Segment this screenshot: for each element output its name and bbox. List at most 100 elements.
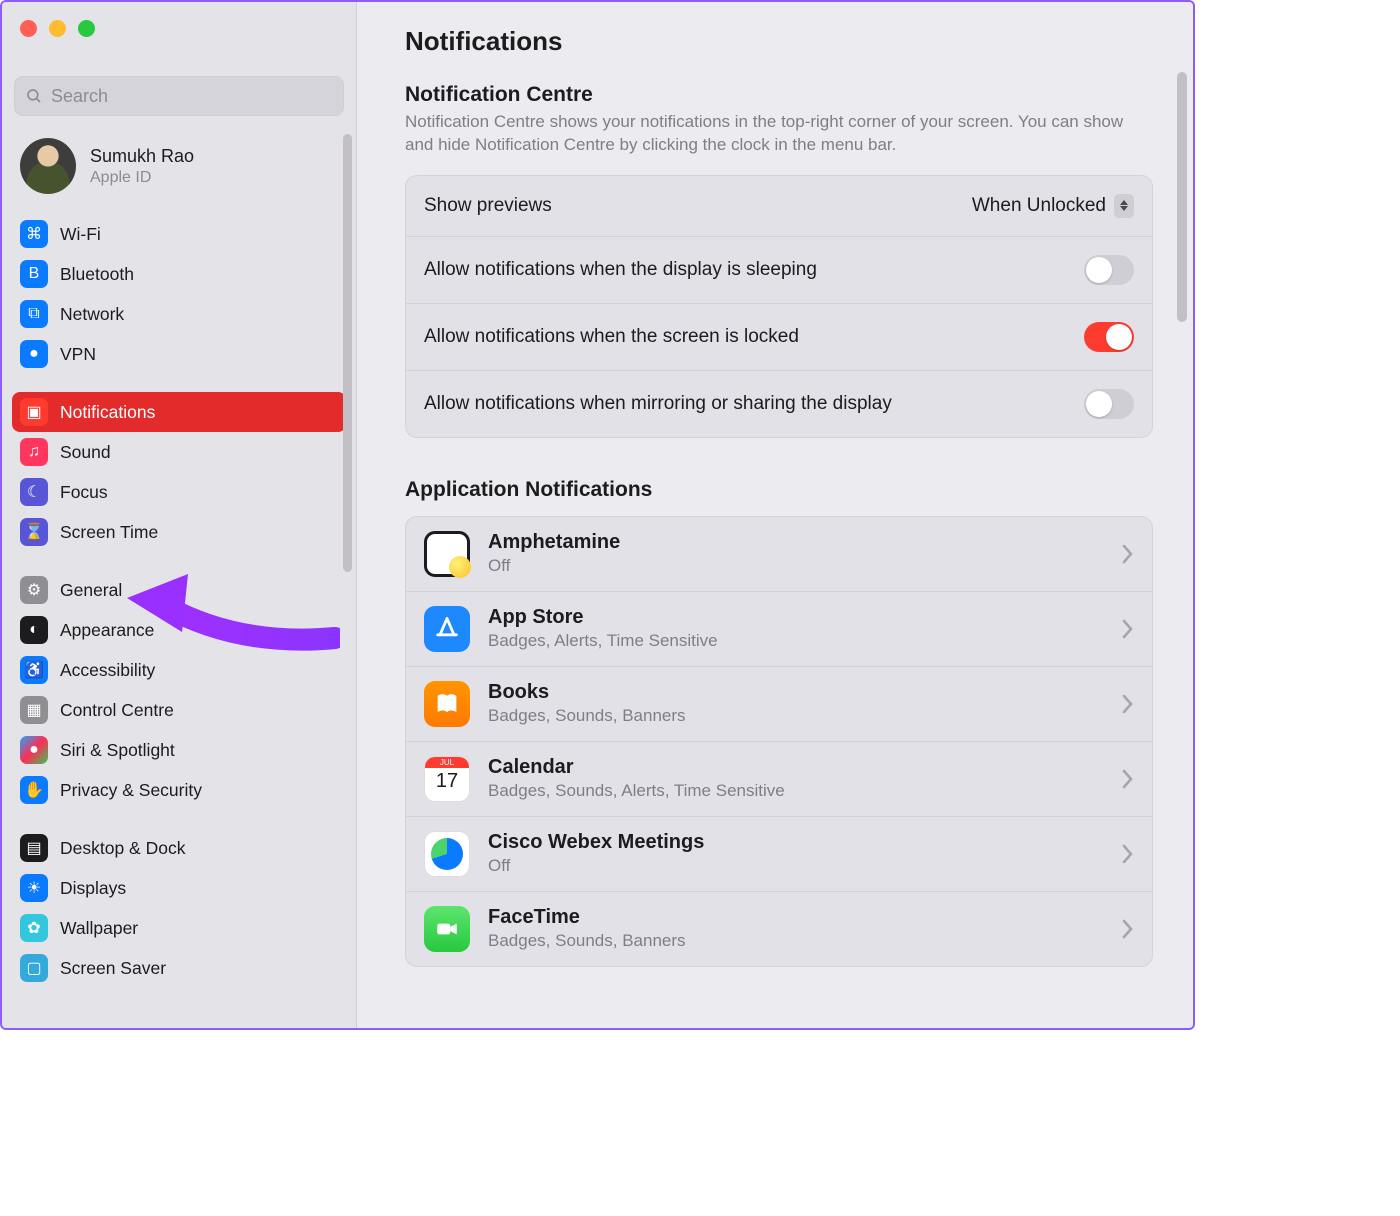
- sidebar-item-label: VPN: [60, 344, 96, 365]
- sidebar-item-label: Network: [60, 304, 124, 325]
- app-row-books[interactable]: BooksBadges, Sounds, Banners: [406, 666, 1152, 741]
- sidebar-list: ⌘Wi-FiBBluetooth⧉Network ● VPN ▣ Notificatio…: [2, 210, 356, 1010]
- sidebar-item-label: Screen Time: [60, 522, 158, 543]
- app-row-webex[interactable]: Cisco Webex MeetingsOff: [406, 816, 1152, 891]
- sidebar: Sumukh Rao Apple ID ⌘Wi-FiBBluetooth⧉Net…: [2, 2, 357, 1028]
- search-input[interactable]: [51, 86, 333, 107]
- switch-toggle-mirroring[interactable]: [1084, 389, 1134, 419]
- notif-icon: ▣: [20, 398, 48, 426]
- amphetamine-icon: [424, 531, 470, 577]
- app-detail: Off: [488, 556, 1102, 576]
- screentime-icon: ⌛: [20, 518, 48, 546]
- appearance-icon: ◐: [20, 616, 48, 644]
- app-list: AmphetamineOffApp StoreBadges, Alerts, T…: [405, 516, 1153, 967]
- sidebar-item-label: Control Centre: [60, 700, 174, 721]
- sidebar-item-label: Siri & Spotlight: [60, 740, 175, 761]
- switch-label: Allow notifications when the display is …: [424, 259, 817, 281]
- sidebar-item-dock[interactable]: ▤Desktop & Dock: [12, 828, 346, 868]
- sidebar-item-vpn[interactable]: ● VPN: [12, 334, 346, 374]
- account-sub: Apple ID: [90, 169, 194, 187]
- focus-icon: ☾: [20, 478, 48, 506]
- app-detail: Badges, Alerts, Time Sensitive: [488, 631, 1102, 651]
- sidebar-item-appearance[interactable]: ◐ Appearance: [12, 610, 346, 650]
- app-row-cal[interactable]: JUL17 CalendarBadges, Sounds, Alerts, Tim…: [406, 741, 1152, 816]
- sidebar-item-net[interactable]: ⧉Network: [12, 294, 346, 334]
- sidebar-item-label: General: [60, 580, 122, 601]
- sidebar-item-label: Wi-Fi: [60, 224, 101, 245]
- access-icon: ♿: [20, 656, 48, 684]
- fullscreen-window-button[interactable]: [78, 20, 95, 37]
- account-name: Sumukh Rao: [90, 146, 194, 167]
- app-detail: Badges, Sounds, Banners: [488, 706, 1102, 726]
- app-name: FaceTime: [488, 906, 1102, 929]
- page-title: Notifications: [405, 26, 1153, 57]
- bt-icon: B: [20, 260, 48, 288]
- sidebar-item-saver[interactable]: ▢Screen Saver: [12, 948, 346, 988]
- app-name: Cisco Webex Meetings: [488, 831, 1102, 854]
- chevron-right-icon: [1120, 918, 1134, 940]
- sidebar-item-privacy[interactable]: ✋ Privacy & Security: [12, 770, 346, 810]
- sidebar-item-control[interactable]: ▦ Control Centre: [12, 690, 346, 730]
- previews-value: When Unlocked: [972, 195, 1106, 217]
- account-row[interactable]: Sumukh Rao Apple ID: [2, 130, 356, 210]
- switch-toggle-locked[interactable]: [1084, 322, 1134, 352]
- app-name: Amphetamine: [488, 531, 1102, 554]
- sidebar-item-siri[interactable]: ●Siri & Spotlight: [12, 730, 346, 770]
- sidebar-item-focus[interactable]: ☾ Focus: [12, 472, 346, 512]
- sidebar-item-label: Focus: [60, 482, 108, 503]
- sidebar-item-label: Sound: [60, 442, 111, 463]
- sidebar-item-screentime[interactable]: ⌛ Screen Time: [12, 512, 346, 552]
- app-detail: Badges, Sounds, Alerts, Time Sensitive: [488, 781, 1102, 801]
- sidebar-item-notif[interactable]: ▣ Notifications: [12, 392, 346, 432]
- main-pane: Notifications Notification Centre Notifi…: [357, 2, 1193, 1028]
- sidebar-item-sound[interactable]: ♫ Sound: [12, 432, 346, 472]
- previews-row[interactable]: Show previews When Unlocked: [406, 176, 1152, 236]
- sidebar-scrollbar[interactable]: [343, 134, 352, 572]
- vpn-icon: ●: [20, 340, 48, 368]
- stepper-icon[interactable]: [1114, 194, 1134, 218]
- sidebar-item-label: Appearance: [60, 620, 154, 641]
- avatar: [20, 138, 76, 194]
- close-window-button[interactable]: [20, 20, 37, 37]
- sidebar-item-general[interactable]: ⚙ General: [12, 570, 346, 610]
- chevron-right-icon: [1120, 543, 1134, 565]
- app-detail: Badges, Sounds, Banners: [488, 931, 1102, 951]
- calendar-icon: JUL17: [424, 756, 470, 802]
- chevron-right-icon: [1120, 768, 1134, 790]
- sidebar-item-wallpaper[interactable]: ✿ Wallpaper: [12, 908, 346, 948]
- sidebar-item-access[interactable]: ♿Accessibility: [12, 650, 346, 690]
- minimize-window-button[interactable]: [49, 20, 66, 37]
- app-row-appstore[interactable]: App StoreBadges, Alerts, Time Sensitive: [406, 591, 1152, 666]
- search-field[interactable]: [14, 76, 344, 116]
- switch-row-2: Allow notifications when mirroring or sh…: [406, 370, 1152, 437]
- sidebar-item-label: Screen Saver: [60, 958, 166, 979]
- sidebar-item-label: Wallpaper: [60, 918, 138, 939]
- facetime-icon: [424, 906, 470, 952]
- sidebar-item-label: Displays: [60, 878, 126, 899]
- chevron-right-icon: [1120, 843, 1134, 865]
- control-icon: ▦: [20, 696, 48, 724]
- app-row-facetime[interactable]: FaceTimeBadges, Sounds, Banners: [406, 891, 1152, 966]
- sidebar-item-displays[interactable]: ☀Displays: [12, 868, 346, 908]
- switch-row-0: Allow notifications when the display is …: [406, 236, 1152, 303]
- app-row-amp[interactable]: AmphetamineOff: [406, 517, 1152, 591]
- centre-panel: Show previews When Unlocked Allow notifi…: [405, 175, 1153, 438]
- previews-label: Show previews: [424, 195, 552, 217]
- app-name: Calendar: [488, 756, 1102, 779]
- switch-toggle-sleeping[interactable]: [1084, 255, 1134, 285]
- switch-label: Allow notifications when the screen is l…: [424, 326, 799, 348]
- general-icon: ⚙: [20, 576, 48, 604]
- app-name: Books: [488, 681, 1102, 704]
- sidebar-item-wifi[interactable]: ⌘Wi-Fi: [12, 214, 346, 254]
- sidebar-item-label: Notifications: [60, 402, 155, 423]
- sidebar-item-bt[interactable]: BBluetooth: [12, 254, 346, 294]
- privacy-icon: ✋: [20, 776, 48, 804]
- dock-icon: ▤: [20, 834, 48, 862]
- chevron-right-icon: [1120, 693, 1134, 715]
- search-icon: [25, 87, 43, 105]
- sound-icon: ♫: [20, 438, 48, 466]
- chevron-right-icon: [1120, 618, 1134, 640]
- sidebar-item-label: Privacy & Security: [60, 780, 202, 801]
- wallpaper-icon: ✿: [20, 914, 48, 942]
- main-scrollbar[interactable]: [1177, 72, 1187, 322]
